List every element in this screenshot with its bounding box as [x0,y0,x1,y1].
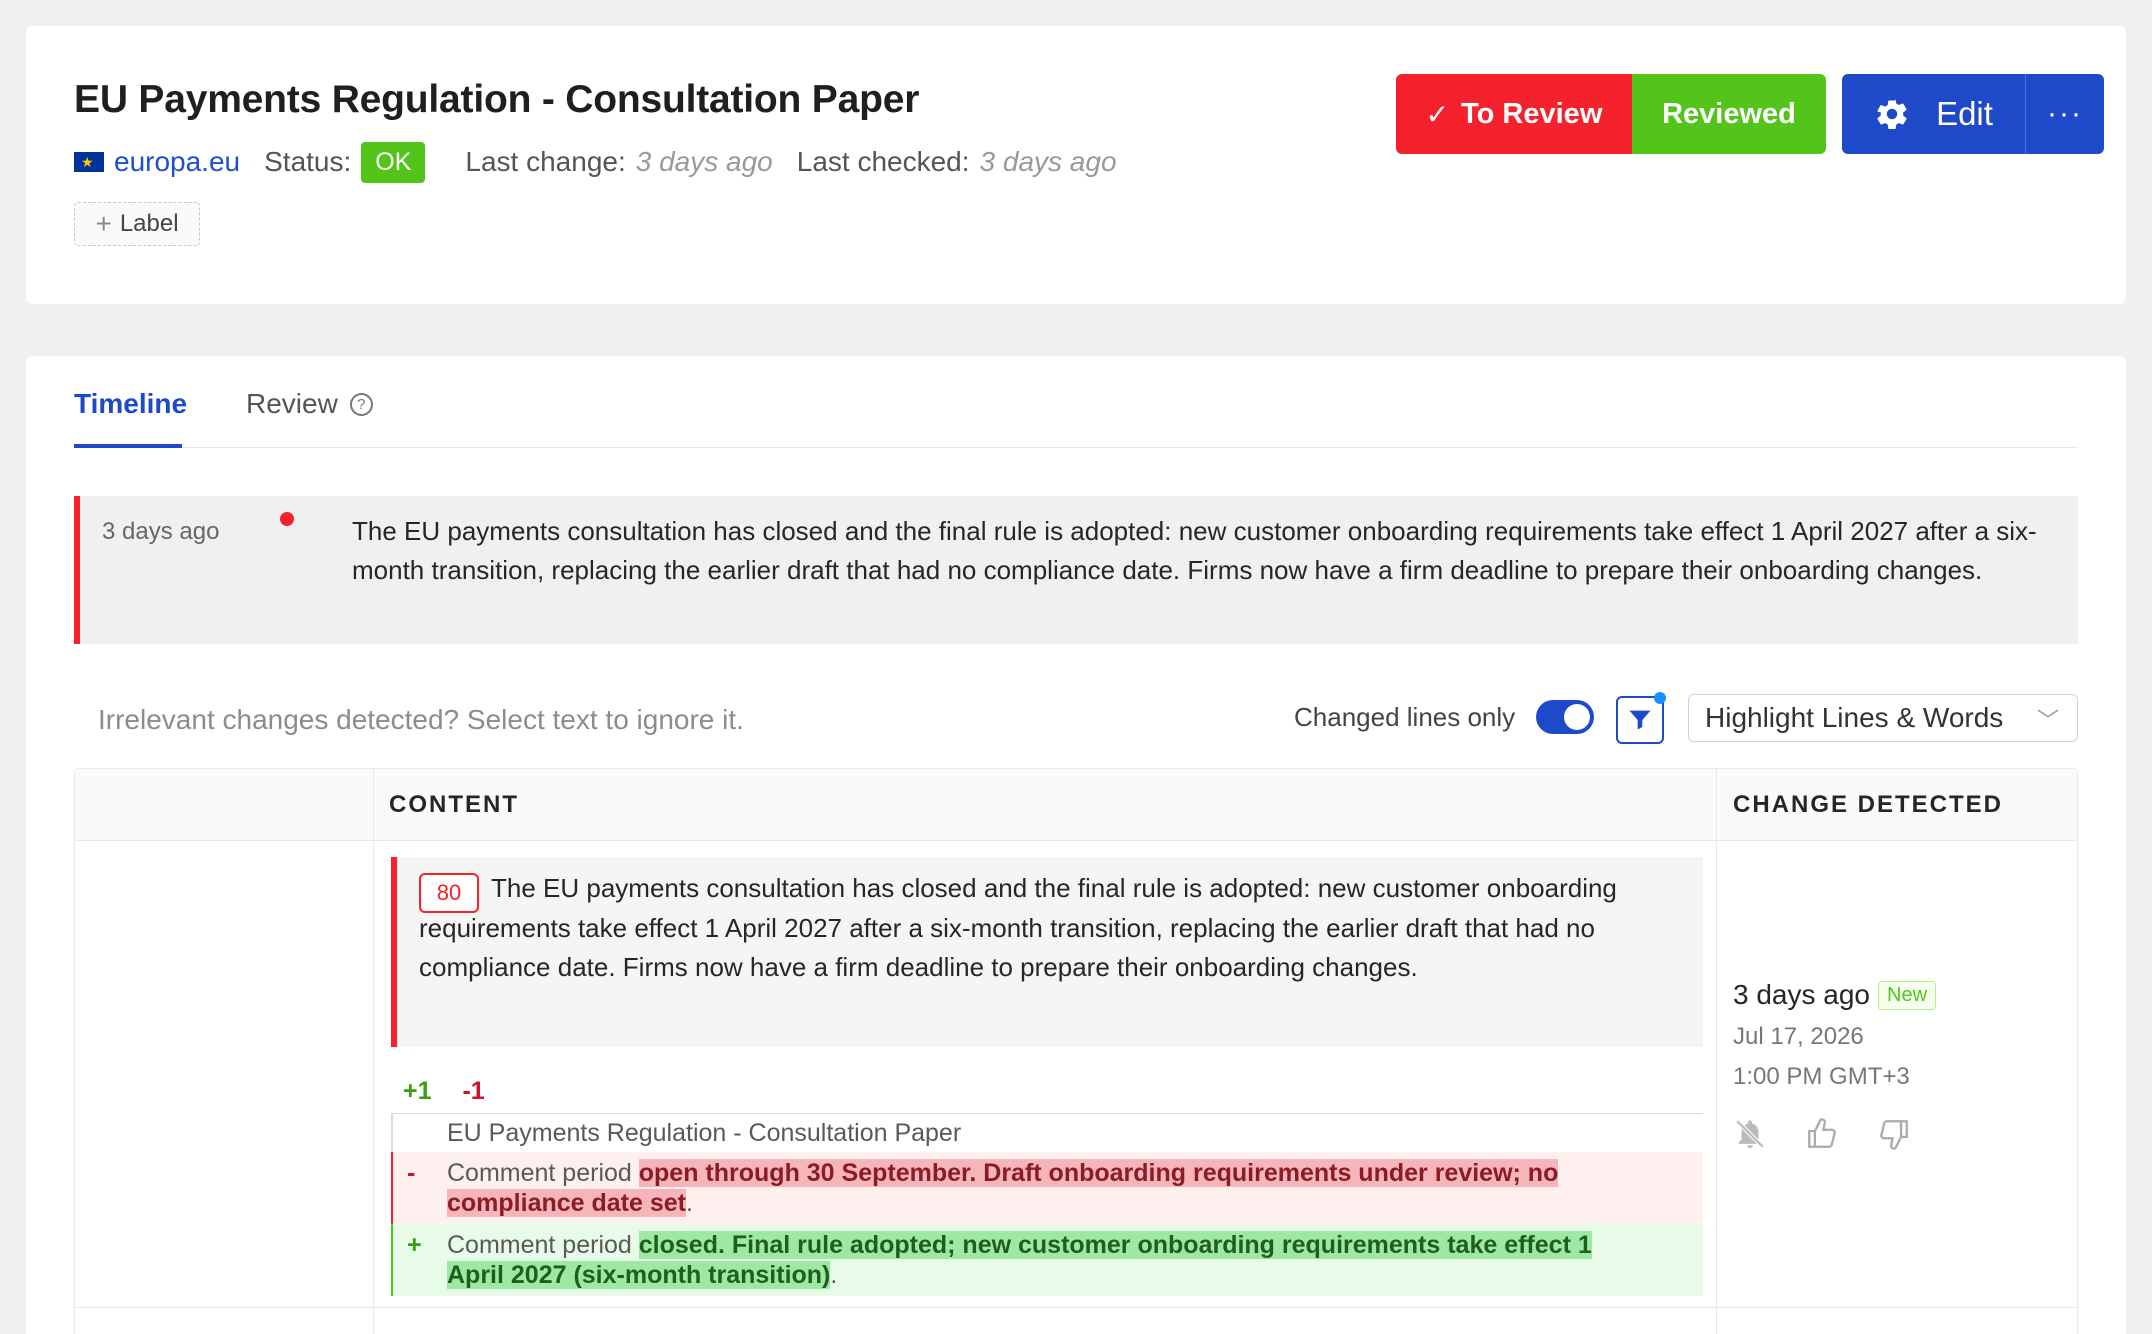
table-header: CONTENT CHANGE DETECTED [75,769,2077,841]
page-title: EU Payments Regulation - Consultation Pa… [74,78,920,121]
add-label-button[interactable]: + Label [74,202,200,246]
change-ago: 3 days ago New [1733,979,1937,1011]
col-content-header: CONTENT [389,791,519,818]
unread-dot-icon [280,512,294,526]
last-change-value: 3 days ago [635,146,773,177]
help-icon[interactable]: ? [349,393,373,416]
row-divider [75,1307,2077,1308]
added-count: +1 [403,1077,432,1105]
column-divider [1716,769,1717,1334]
edit-button[interactable]: Edit [1842,74,2026,154]
reviewed-label: Reviewed [1662,97,1796,130]
tab-review-label: Review [246,388,338,419]
removed-count: -1 [462,1077,485,1105]
last-checked-label: Last checked: [796,146,970,177]
added-suffix: . [830,1261,838,1289]
thumbs-down-icon[interactable] [1877,1117,1911,1151]
eu-flag-icon [74,152,104,172]
removed-prefix: Comment period [447,1159,632,1187]
edit-label: Edit [1936,95,1993,132]
edit-button-group: Edit ··· [1842,74,2104,154]
highlight-mode-select[interactable]: Highlight Lines & Words ﹀ [1688,694,2078,742]
status-label: Status: [264,146,352,177]
timeline-time: 3 days ago [102,518,220,545]
diff-counts: +1 -1 [403,1077,485,1106]
col-change-header: CHANGE DETECTED [1733,791,2004,818]
mute-bell-icon[interactable] [1733,1117,1767,1151]
removed-sign: - [407,1159,416,1187]
diff-block[interactable]: EU Payments Regulation - Consultation Pa… [391,1113,1703,1296]
header-card: EU Payments Regulation - Consultation Pa… [26,26,2126,304]
changes-table: CONTENT CHANGE DETECTED 80 The EU paymen… [74,768,2078,1334]
change-date: Jul 17, 2026 [1733,1023,1864,1050]
tab-review[interactable]: Review ? [246,388,373,448]
filter-active-dot [1654,692,1666,704]
more-icon[interactable]: ··· [2026,74,2104,154]
thumbs-up-icon[interactable] [1805,1117,1839,1151]
last-checked-value: 3 days ago [979,146,1117,177]
gear-icon [1877,99,1907,130]
source-link[interactable]: europa.eu [114,146,240,178]
changed-lines-only-label: Changed lines only [1294,702,1516,732]
filter-button[interactable] [1616,692,1666,744]
diff-added-line: + Comment period closed. Final rule adop… [391,1224,1703,1296]
change-detected-cell: 3 days ago New Jul 17, 2026 1:00 PM GMT+… [1733,979,1937,1151]
removed-suffix: . [685,1189,693,1217]
highlight-mode-value: Highlight Lines & Words [1705,702,2004,733]
tab-bar: Timeline Review ? [74,356,2078,448]
main-card: Timeline Review ? 3 days ago The EU paym… [26,356,2126,1334]
change-summary: 80 The EU payments consultation has clos… [391,857,1703,1047]
plus-icon: + [95,208,112,239]
to-review-button[interactable]: ✓ To Review [1396,74,1632,154]
added-prefix: Comment period [447,1231,632,1259]
change-ago-text: 3 days ago [1733,979,1870,1010]
added-sign: + [407,1231,422,1259]
ignore-hint: Irrelevant changes detected? Select text… [98,704,744,735]
diff-context-line: EU Payments Regulation - Consultation Pa… [391,1114,1703,1152]
reviewed-button[interactable]: Reviewed [1632,74,1826,154]
filter-icon [1629,710,1651,730]
review-button-group: ✓ To Review Reviewed [1396,74,1826,154]
timeline-item[interactable]: 3 days ago The EU payments consultation … [74,496,2078,644]
change-summary-text: The EU payments consultation has closed … [419,873,1617,982]
change-time: 1:00 PM GMT+3 [1733,1063,1910,1090]
status-badge: OK [361,141,426,183]
new-badge: New [1878,980,1937,1010]
tab-timeline[interactable]: Timeline [74,388,187,448]
changed-lines-only-toggle[interactable] [1536,700,1594,734]
timeline-summary: The EU payments consultation has closed … [352,516,2037,585]
last-change-label: Last change: [465,146,626,177]
add-label-text: Label [119,210,179,237]
check-icon: ✓ [1425,98,1450,130]
column-divider [373,769,374,1334]
chevron-down-icon: ﹀ [2036,708,2059,733]
meta-row: europa.eu Status: OK Last change: 3 days… [74,140,1141,184]
feedback-icons [1733,1117,1936,1151]
diff-removed-line: - Comment period open through 30 Septemb… [391,1152,1703,1224]
to-review-label: To Review [1461,97,1603,130]
